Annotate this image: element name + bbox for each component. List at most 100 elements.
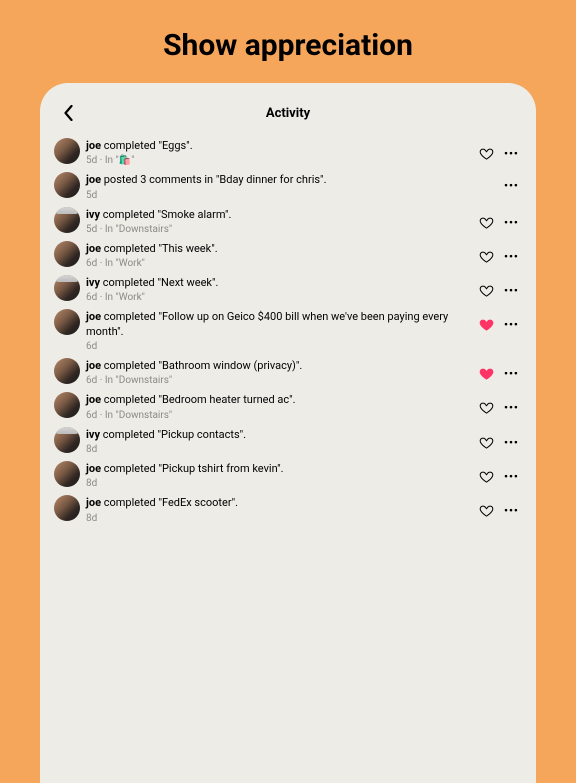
activity-body: joe completed "FedEx scooter". 8d <box>86 495 473 523</box>
activity-action: completed "Pickup contacts". <box>100 428 246 441</box>
activity-action: completed "Bathroom window (privacy)". <box>101 359 302 372</box>
avatar[interactable] <box>54 138 80 164</box>
activity-row: ivy completed "Next week". 6d · In "Work"… <box>52 272 524 306</box>
activity-body: ivy completed "Pickup contacts". 8d <box>86 427 473 455</box>
more-icon[interactable]: ••• <box>504 402 520 413</box>
heart-icon[interactable] <box>479 366 494 381</box>
activity-body: joe completed "Eggs". 5d · In "🛍️" <box>86 138 473 166</box>
activity-feed: joe completed "Eggs".5d · In "🛍️"•••joe … <box>52 135 524 527</box>
more-icon[interactable]: ••• <box>504 505 520 516</box>
avatar[interactable] <box>54 309 80 335</box>
activity-meta: 8d <box>86 444 473 455</box>
activity-text: joe completed "Follow up on Geico $400 b… <box>86 310 473 339</box>
activity-user: joe <box>86 310 101 323</box>
avatar[interactable] <box>54 207 80 233</box>
hero-title: Show appreciation <box>0 0 576 83</box>
activity-meta: 6d · In "Work" <box>86 258 473 269</box>
activity-action: completed "Bedroom heater turned ac". <box>101 393 296 406</box>
heart-icon[interactable] <box>479 249 494 264</box>
back-button[interactable] <box>56 101 80 125</box>
more-icon[interactable]: ••• <box>504 368 520 379</box>
activity-text: joe completed "This week". <box>86 242 473 256</box>
heart-icon[interactable] <box>479 215 494 230</box>
more-icon[interactable]: ••• <box>504 471 520 482</box>
heart-icon[interactable] <box>479 317 494 332</box>
activity-meta: 6d · In "Downstairs" <box>86 410 473 421</box>
activity-text: joe completed "Eggs". <box>86 139 473 153</box>
activity-row: joe completed "Bathroom window (privacy)… <box>52 355 524 389</box>
activity-body: joe completed "Pickup tshirt from kevin"… <box>86 461 473 489</box>
heart-icon[interactable] <box>479 503 494 518</box>
activity-user: ivy <box>86 208 100 221</box>
avatar[interactable] <box>54 241 80 267</box>
activity-actions: ••• <box>479 241 522 264</box>
activity-meta: 6d · In "Work" <box>86 292 473 303</box>
screen-title: Activity <box>266 106 310 121</box>
avatar[interactable] <box>54 427 80 453</box>
activity-meta: 5d · In "Downstairs" <box>86 224 473 235</box>
avatar[interactable] <box>54 275 80 301</box>
activity-actions: ••• <box>479 461 522 484</box>
activity-row: joe posted 3 comments in "Bday dinner fo… <box>52 169 524 203</box>
activity-action: completed "Eggs". <box>101 139 193 152</box>
more-icon[interactable]: ••• <box>504 285 520 296</box>
activity-body: joe posted 3 comments in "Bday dinner fo… <box>86 172 498 200</box>
heart-icon[interactable] <box>479 400 494 415</box>
activity-text: joe posted 3 comments in "Bday dinner fo… <box>86 173 498 187</box>
activity-text: joe completed "Bedroom heater turned ac"… <box>86 393 473 407</box>
activity-meta: 5d · In "🛍️" <box>86 155 473 166</box>
activity-meta: 8d <box>86 513 473 524</box>
activity-user: joe <box>86 359 101 372</box>
chevron-left-icon <box>63 105 74 121</box>
avatar[interactable] <box>54 495 80 521</box>
heart-icon[interactable] <box>479 283 494 298</box>
more-icon[interactable]: ••• <box>504 148 520 159</box>
activity-user: joe <box>86 139 101 152</box>
activity-row: joe completed "Eggs". 5d · In "🛍️" ••• <box>52 135 524 169</box>
activity-text: ivy completed "Smoke alarm". <box>86 208 473 222</box>
avatar[interactable] <box>54 392 80 418</box>
activity-actions: ••• <box>479 427 522 450</box>
activity-user: joe <box>86 173 101 186</box>
activity-text: ivy completed "Pickup contacts". <box>86 428 473 442</box>
activity-actions: ••• <box>479 207 522 230</box>
activity-actions: ••• <box>479 309 522 332</box>
more-icon[interactable]: ••• <box>504 319 520 330</box>
activity-action: completed "This week". <box>101 242 218 255</box>
activity-action: completed "Smoke alarm". <box>100 208 231 221</box>
more-icon[interactable]: ••• <box>504 251 520 262</box>
more-icon[interactable]: ••• <box>504 217 520 228</box>
activity-text: joe completed "Bathroom window (privacy)… <box>86 359 473 373</box>
activity-meta: 5d <box>86 190 498 201</box>
activity-actions: ••• <box>479 275 522 298</box>
activity-row: joe completed "FedEx scooter". 8d ••• <box>52 492 524 526</box>
activity-meta: 8d <box>86 478 473 489</box>
activity-actions: ••• <box>479 495 522 518</box>
activity-actions: ••• <box>479 392 522 415</box>
activity-action: completed "Next week". <box>100 276 218 289</box>
heart-icon[interactable] <box>479 435 494 450</box>
activity-meta: 6d · In "Downstairs" <box>86 375 473 386</box>
more-icon[interactable]: ••• <box>504 180 520 191</box>
activity-user: joe <box>86 393 101 406</box>
activity-body: joe completed "Bedroom heater turned ac"… <box>86 392 473 420</box>
activity-row: ivy completed "Smoke alarm". 5d · In "Dow… <box>52 204 524 238</box>
activity-user: ivy <box>86 276 100 289</box>
activity-body: joe completed "This week". 6d · In "Work" <box>86 241 473 269</box>
activity-actions: ••• <box>479 358 522 381</box>
activity-user: joe <box>86 496 101 509</box>
heart-icon[interactable] <box>479 469 494 484</box>
activity-action: posted 3 comments in "Bday dinner for ch… <box>101 173 326 186</box>
more-icon[interactable]: ••• <box>504 437 520 448</box>
activity-row: ivy completed "Pickup contacts". 8d ••• <box>52 424 524 458</box>
activity-body: joe completed "Follow up on Geico $400 b… <box>86 309 473 352</box>
heart-icon[interactable] <box>479 146 494 161</box>
activity-body: ivy completed "Smoke alarm". 5d · In "Dow… <box>86 207 473 235</box>
activity-row: joe completed "Pickup tshirt from kevin"… <box>52 458 524 492</box>
avatar[interactable] <box>54 358 80 384</box>
activity-text: joe completed "Pickup tshirt from kevin"… <box>86 462 473 476</box>
avatar[interactable] <box>54 172 80 198</box>
avatar[interactable] <box>54 461 80 487</box>
activity-text: joe completed "FedEx scooter". <box>86 496 473 510</box>
activity-body: joe completed "Bathroom window (privacy)… <box>86 358 473 386</box>
